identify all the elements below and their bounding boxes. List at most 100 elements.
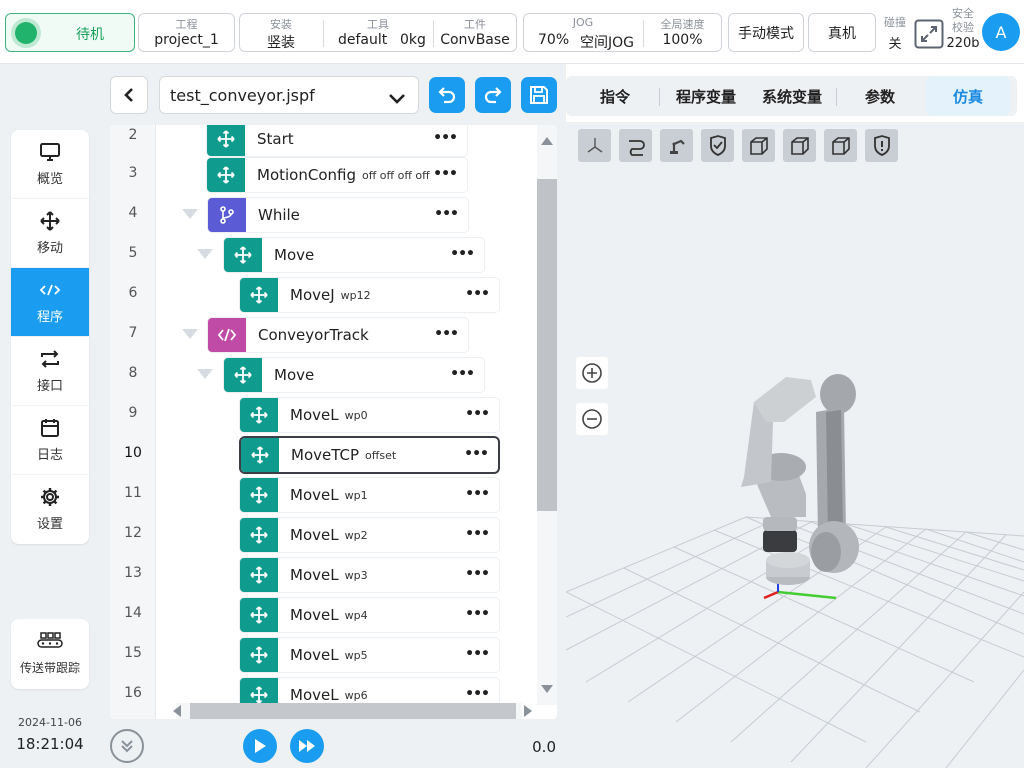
monitor-icon [39,142,61,162]
more-options-icon[interactable]: ••• [464,447,489,461]
save-button[interactable] [521,77,557,113]
redo-button[interactable] [475,77,511,113]
safety-label-2: 校验 [952,21,974,34]
collapse-toggle[interactable] [182,209,198,219]
line-number: 7 [128,325,138,341]
nav-item-move[interactable]: 移动 [11,199,89,268]
project-box[interactable]: 工程 project_1 [138,13,235,52]
undo-button[interactable] [429,77,465,113]
program-node-move[interactable]: Move ••• [224,358,484,392]
real-robot-button[interactable]: 真机 [808,13,876,52]
cube-view-3-icon[interactable] [824,129,857,162]
nav-item-program[interactable]: 程序 [11,268,89,337]
move-icon [240,398,278,432]
node-arg: off off off off [361,168,430,182]
program-node-movej[interactable]: MoveJ wp12 ••• [240,278,499,312]
fast-forward-icon [299,740,315,752]
program-node-conveyortrack[interactable]: ConveyorTrack ••• [208,318,468,352]
line-number: 10 [124,445,142,461]
jog-speed-box[interactable]: JOG 70% 空间JOG 全局速度 100% [523,13,722,52]
more-options-icon[interactable]: ••• [434,327,459,341]
avatar[interactable]: A [982,13,1020,51]
tab-program-variables[interactable]: 程序变量 [662,76,750,116]
nav-item-interface[interactable]: 接口 [11,337,89,406]
simulation-view[interactable] [566,122,1024,768]
collapse-toggle[interactable] [197,249,213,259]
move-icon [224,358,262,392]
scroll-right-arrow[interactable] [524,705,532,717]
conveyor-tracking-button[interactable]: 传送带跟踪 [11,619,89,689]
program-file-select[interactable]: test_conveyor.jspf [159,76,419,114]
back-button[interactable] [110,76,148,114]
program-node-while[interactable]: While ••• [208,198,468,232]
more-options-icon[interactable]: ••• [433,167,458,181]
collapse-toggle[interactable] [197,369,213,379]
program-node-movel[interactable]: MoveL wp4 ••• [240,598,499,632]
more-options-icon[interactable]: ••• [465,287,490,301]
line-number: 4 [128,205,138,221]
more-options-icon[interactable]: ••• [465,687,490,701]
tab-instructions[interactable]: 指令 [566,76,664,116]
program-node-movel[interactable]: MoveL wp0 ••• [240,398,499,432]
more-options-icon[interactable]: ••• [450,247,475,261]
conveyor-label: 传送带跟踪 [19,661,80,675]
code-icon [208,318,246,352]
workpiece-value: ConvBase [440,32,510,48]
expand-icon[interactable] [914,19,944,49]
shield-check-icon[interactable] [701,129,734,162]
robot-arm-icon[interactable] [660,129,693,162]
line-number: 14 [124,605,142,621]
collapse-toggle[interactable] [182,329,198,339]
nav-item-overview[interactable]: 概览 [11,130,89,199]
manual-mode-button[interactable]: 手动模式 [728,13,804,52]
program-node-movel[interactable]: MoveL wp3 ••• [240,558,499,592]
path-icon[interactable] [619,129,652,162]
step-button[interactable] [290,729,324,763]
view-axes-icon[interactable] [578,129,611,162]
more-options-icon[interactable]: ••• [450,367,475,381]
program-node-movel[interactable]: MoveL wp5 ••• [240,638,499,672]
program-node-movel[interactable]: MoveL wp1 ••• [240,478,499,512]
cube-view-2-icon[interactable] [783,129,816,162]
program-node-movel[interactable]: MoveL wp2 ••• [240,518,499,552]
program-node-movetcp[interactable]: MoveTCP offset ••• [241,438,498,472]
nav-item-log[interactable]: 日志 [11,406,89,475]
more-options-icon[interactable]: ••• [465,647,490,661]
install-tool-workpiece-box[interactable]: 安装 竖装 工具 default 0kg 工件 ConvBase [239,13,517,52]
node-label: MoveL [290,566,339,584]
more-options-icon[interactable]: ••• [433,131,458,145]
cube-view-1-icon[interactable] [742,129,775,162]
vertical-scroll-thumb[interactable] [537,179,557,511]
program-filename: test_conveyor.jspf [170,86,315,105]
robot-status[interactable]: 待机 [5,13,135,52]
program-node-motionconfig[interactable]: MotionConfig off off off off ••• [207,158,467,192]
scroll-left-arrow[interactable] [173,705,181,717]
nav-item-settings[interactable]: 设置 [11,475,89,544]
zoom-out-button[interactable] [576,403,608,435]
more-options-icon[interactable]: ••• [465,527,490,541]
scroll-down-arrow[interactable] [541,685,553,693]
more-options-icon[interactable]: ••• [465,607,490,621]
chevron-down-icon [388,89,406,108]
tab-simulation[interactable]: 仿真 [926,76,1010,116]
node-arg: wp4 [344,608,368,622]
safety-check[interactable]: 安全 校验 220b [944,7,982,51]
more-options-icon[interactable]: ••• [465,567,490,581]
more-options-icon[interactable]: ••• [465,487,490,501]
program-node-move[interactable]: Move ••• [224,238,484,272]
program-node-start[interactable]: Start ••• [207,125,467,156]
scroll-up-arrow[interactable] [541,137,553,145]
more-options-icon[interactable]: ••• [434,207,459,221]
undo-icon [438,87,456,104]
more-options-icon[interactable]: ••• [465,407,490,421]
shield-alert-icon[interactable] [865,129,898,162]
expand-down-button[interactable] [110,729,144,763]
tab-parameters[interactable]: 参数 [838,76,922,116]
move-icon [39,210,61,231]
horizontal-scroll-thumb[interactable] [190,703,516,719]
tab-system-variables[interactable]: 系统变量 [751,76,833,116]
zoom-in-button[interactable] [576,357,608,389]
collision-toggle[interactable]: 碰撞 关 [882,14,908,52]
play-button[interactable] [243,729,277,763]
right-panel: 指令 程序变量 系统变量 参数 仿真 [566,64,1024,768]
